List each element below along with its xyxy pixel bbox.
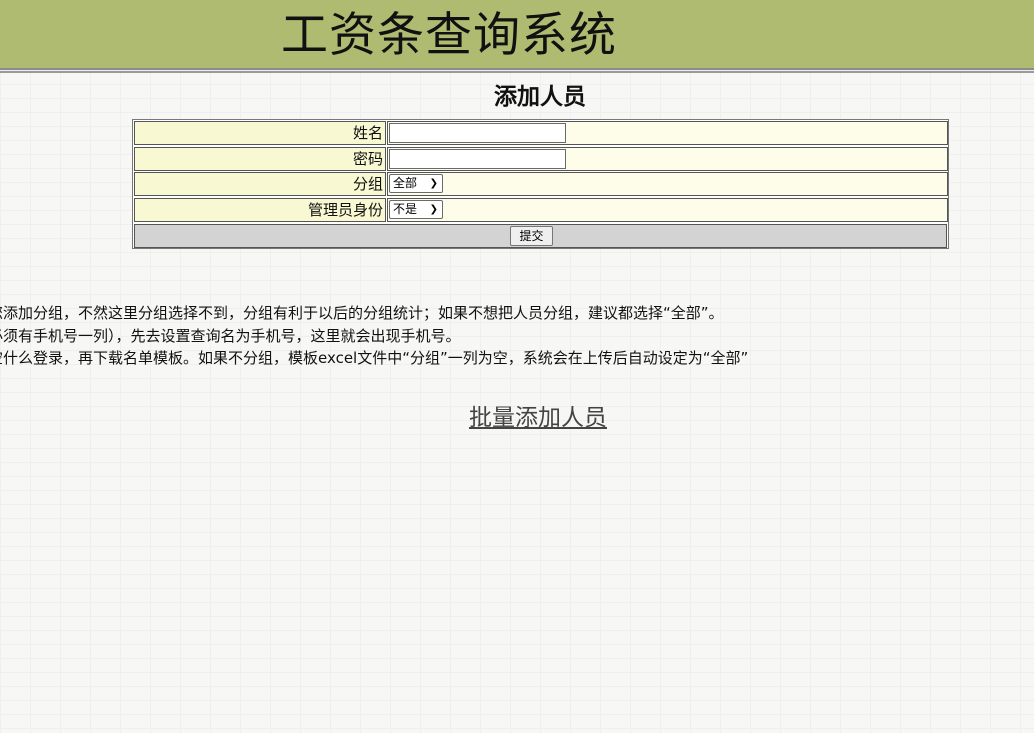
note-line: 空什么登录，再下载名单模板。如果不分组，模板excel文件中“分组”一列为空，系… bbox=[0, 349, 749, 367]
group-select-value: 全部 bbox=[393, 176, 418, 190]
admin-label: 管理员身份 bbox=[134, 198, 386, 222]
form-row-name: 姓名 bbox=[134, 121, 948, 145]
batch-add-link[interactable]: 批量添加人员 bbox=[469, 403, 607, 433]
add-person-form: 姓名 密码 分组 全部 ❯ 管理员身份 不是 ❯ 提交 bbox=[132, 119, 949, 249]
form-row-password: 密码 bbox=[134, 147, 948, 171]
note-line: 您添加分组，不然这里分组选择不到，分组有利于以后的分组统计；如果不想把人员分组，… bbox=[0, 304, 724, 322]
name-cell bbox=[387, 121, 948, 145]
header-divider bbox=[0, 71, 1034, 73]
password-input[interactable] bbox=[389, 149, 566, 169]
password-label: 密码 bbox=[134, 147, 386, 171]
group-select[interactable]: 全部 ❯ bbox=[389, 174, 443, 193]
group-cell: 全部 ❯ bbox=[387, 172, 948, 196]
page-title: 添加人员 bbox=[494, 84, 586, 110]
submit-button[interactable]: 提交 bbox=[510, 226, 553, 246]
admin-cell: 不是 ❯ bbox=[387, 198, 948, 222]
name-label: 姓名 bbox=[134, 121, 386, 145]
submit-row: 提交 bbox=[134, 224, 947, 248]
header-divider bbox=[0, 68, 1034, 70]
group-label: 分组 bbox=[134, 172, 386, 196]
admin-select[interactable]: 不是 ❯ bbox=[389, 200, 443, 219]
note-line: 必须有手机号一列），先去设置查询名为手机号，这里就会出现手机号。 bbox=[0, 327, 461, 345]
help-notes: 您添加分组，不然这里分组选择不到，分组有利于以后的分组统计；如果不想把人员分组，… bbox=[0, 302, 1034, 382]
password-cell bbox=[387, 147, 948, 171]
form-row-group: 分组 全部 ❯ bbox=[134, 172, 948, 196]
app-header: 工资条查询系统 bbox=[0, 0, 1034, 68]
app-title: 工资条查询系统 bbox=[281, 8, 617, 63]
name-input[interactable] bbox=[389, 123, 566, 143]
chevron-down-icon: ❯ bbox=[429, 178, 438, 189]
form-row-admin: 管理员身份 不是 ❯ bbox=[134, 198, 948, 222]
chevron-down-icon: ❯ bbox=[429, 204, 438, 215]
admin-select-value: 不是 bbox=[393, 202, 418, 216]
